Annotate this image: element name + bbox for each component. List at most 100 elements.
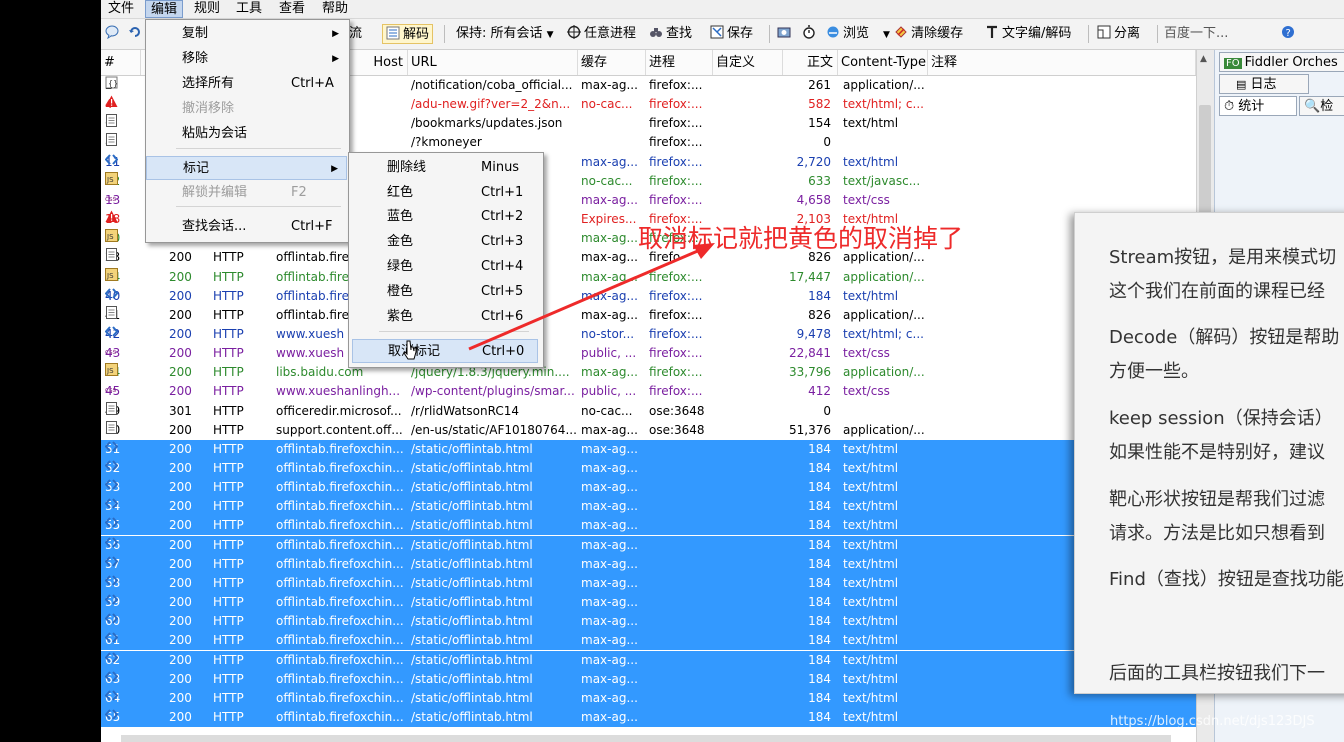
menu-item-shortcut: Ctrl+1 <box>481 185 524 200</box>
mark-menu-item[interactable]: 删除线 Minus <box>349 156 541 180</box>
col-header-url[interactable]: URL <box>408 50 578 75</box>
col-header-content-type[interactable]: Content-Type <box>838 50 928 75</box>
edit-menu-item[interactable]: 查找会话... Ctrl+F <box>146 215 347 239</box>
comment-button[interactable] <box>105 24 122 44</box>
edit-menu-item[interactable]: 粘贴为会话 <box>146 122 347 146</box>
cell-cache: max-ag... <box>581 556 638 571</box>
edit-menu-item[interactable]: 移除 ▶ <box>146 47 347 71</box>
help-button[interactable]: ? <box>1281 24 1298 44</box>
col-header-id[interactable]: # <box>101 50 141 75</box>
keep-sessions-dropdown[interactable]: 保持: 所有会话 ▼ <box>456 24 554 44</box>
edit-menu-item[interactable]: 标记 ▶ <box>146 156 347 180</box>
tab-log[interactable]: ▤ 日志 <box>1219 74 1309 94</box>
clear-cache-button[interactable]: ▼ 清除缓存 <box>883 24 963 44</box>
cell-body: 184 <box>808 595 831 610</box>
menu-edit[interactable]: 编辑 <box>145 0 184 18</box>
table-row[interactable]: 53 200 HTTP offlintab.firefoxchin... /static… <box>101 478 1196 498</box>
table-row[interactable]: 64 200 HTTP offlintab.firefoxchin... /static… <box>101 688 1196 708</box>
edit-menu-item[interactable]: 复制 ▶ <box>146 22 347 46</box>
cell-body: 261 <box>808 78 831 92</box>
menu-file[interactable]: 文件 <box>103 0 139 18</box>
tab-fiddler-orchestra[interactable]: FO Fiddler Orches <box>1219 52 1344 72</box>
menu-item-label: 选择所有 <box>182 76 235 91</box>
row-id-cell: 18 <box>105 210 139 229</box>
cell-ctype: text/html; c... <box>843 97 924 112</box>
cell-body: 184 <box>808 441 831 456</box>
stream-button[interactable]: 流 <box>349 24 362 44</box>
css-icon: css <box>105 382 118 395</box>
menu-rules[interactable]: 规则 <box>189 0 225 18</box>
html-icon <box>105 670 118 683</box>
menu-tools[interactable]: 工具 <box>231 0 267 18</box>
find-button[interactable]: 查找 <box>649 24 692 44</box>
col-header-custom[interactable]: 自定义 <box>713 50 783 75</box>
table-row[interactable]: 63 200 HTTP offlintab.firefoxchin... /static… <box>101 669 1196 689</box>
tab-statistics[interactable]: ⏱ 统计 <box>1219 96 1297 116</box>
col-header-caching[interactable]: 缓存 <box>578 50 646 75</box>
cell-host: offlintab.firefoxchin... <box>276 709 404 724</box>
table-row[interactable]: 59 200 HTTP offlintab.firefoxchin... /static… <box>101 593 1196 613</box>
cell-proto: HTTP <box>213 537 244 552</box>
mark-menu-item[interactable]: 红色 Ctrl+1 <box>349 181 541 205</box>
table-row[interactable]: 55 200 HTTP offlintab.firefoxchin... /static… <box>101 516 1196 536</box>
row-id-cell: 4 <box>105 95 139 114</box>
mark-menu-item[interactable]: 蓝色 Ctrl+2 <box>349 205 541 229</box>
cell-ctype: text/html <box>843 709 899 724</box>
timer-button[interactable] <box>802 24 819 44</box>
table-row[interactable]: 56 200 HTTP offlintab.firefoxchin... /static… <box>101 535 1196 555</box>
menu-help[interactable]: 帮助 <box>317 0 353 18</box>
tab-inspectors[interactable]: 🔍检 <box>1299 96 1344 116</box>
table-row[interactable]: 51 200 HTTP offlintab.firefoxchin... /static… <box>101 439 1196 459</box>
table-row[interactable]: 50 200 HTTP support.content.off... /en-us/st… <box>101 420 1196 440</box>
cell-cache: max-ag... <box>581 461 638 475</box>
cell-body: 184 <box>808 690 831 705</box>
table-row[interactable]: 58 200 HTTP offlintab.firefoxchin... /static… <box>101 573 1196 593</box>
cell-proc: firefox:... <box>649 384 703 399</box>
cell-body: 4,658 <box>796 192 831 207</box>
row-id-cell: 40 <box>105 287 139 306</box>
cell-ctype: text/html <box>843 499 899 514</box>
scroll-up-icon[interactable]: ▲ <box>1200 54 1207 64</box>
table-row[interactable]: 52 200 HTTP offlintab.firefoxchin... /static… <box>101 459 1196 478</box>
col-header-comments[interactable]: 注释 <box>928 50 1196 75</box>
cell-body: 412 <box>808 384 831 399</box>
cell-result: 200 <box>169 690 192 705</box>
slide-line: Find（查找）按钮是查找功能 <box>1109 569 1344 590</box>
row-id-cell: 63 <box>105 670 139 689</box>
search-box[interactable]: 百度一下... <box>1164 24 1228 44</box>
browse-button[interactable]: 浏览 <box>826 24 869 44</box>
col-header-process[interactable]: 进程 <box>646 50 713 75</box>
table-row[interactable]: 61 200 HTTP offlintab.firefoxchin... /static… <box>101 631 1196 651</box>
table-row[interactable]: 54 200 HTTP offlintab.firefoxchin... /static… <box>101 497 1196 517</box>
any-process-button[interactable]: 任意进程 <box>567 24 636 44</box>
menu-item-label: 标记 <box>183 161 210 176</box>
save-button[interactable]: 保存 <box>710 24 753 44</box>
cell-proto: HTTP <box>213 288 244 303</box>
menu-view[interactable]: 查看 <box>274 0 310 18</box>
table-row[interactable]: 49 301 HTTP officeredir.microsof... /r/rlidW… <box>101 401 1196 421</box>
toolbar-separator <box>1088 25 1089 43</box>
cell-body: 0 <box>823 403 831 418</box>
table-row[interactable]: css 45 200 HTTP www.xueshanlingh... /wp-conte… <box>101 382 1196 401</box>
decode-button[interactable]: 解码 <box>382 24 434 44</box>
cell-ctype: text/html <box>843 575 899 590</box>
edit-menu-item[interactable]: 选择所有 Ctrl+A <box>146 72 347 96</box>
col-header-body[interactable]: 正文 <box>783 50 838 75</box>
cell-result: 200 <box>169 537 192 552</box>
edit-menu-item[interactable]: 解锁并编辑 F2 <box>146 181 347 205</box>
screenshot-button[interactable] <box>777 24 794 44</box>
table-row[interactable]: 62 200 HTTP offlintab.firefoxchin... /static… <box>101 650 1196 670</box>
edit-menu-item[interactable]: 撤消移除 <box>146 97 347 121</box>
cell-cache: max-ag... <box>581 499 638 514</box>
replay-button[interactable] <box>128 24 145 44</box>
horizontal-scrollbar[interactable] <box>121 735 1171 742</box>
table-row[interactable]: 65 200 HTTP offlintab.firefoxchin... /static… <box>101 707 1196 727</box>
text-wizard-button[interactable]: 文字编/解码 <box>985 24 1071 44</box>
tearoff-button[interactable]: 分离 <box>1097 24 1140 44</box>
clear-cache-label: 清除缓存 <box>911 26 964 41</box>
row-id-cell: 51 <box>105 440 139 459</box>
table-row[interactable]: JS44200HTTPlibs.baidu.com/jquery/1.8.3/j… <box>101 363 1196 382</box>
cell-result: 200 <box>169 575 192 590</box>
table-row[interactable]: 57 200 HTTP offlintab.firefoxchin... /static… <box>101 554 1196 574</box>
table-row[interactable]: 60 200 HTTP offlintab.firefoxchin... /static… <box>101 612 1196 632</box>
